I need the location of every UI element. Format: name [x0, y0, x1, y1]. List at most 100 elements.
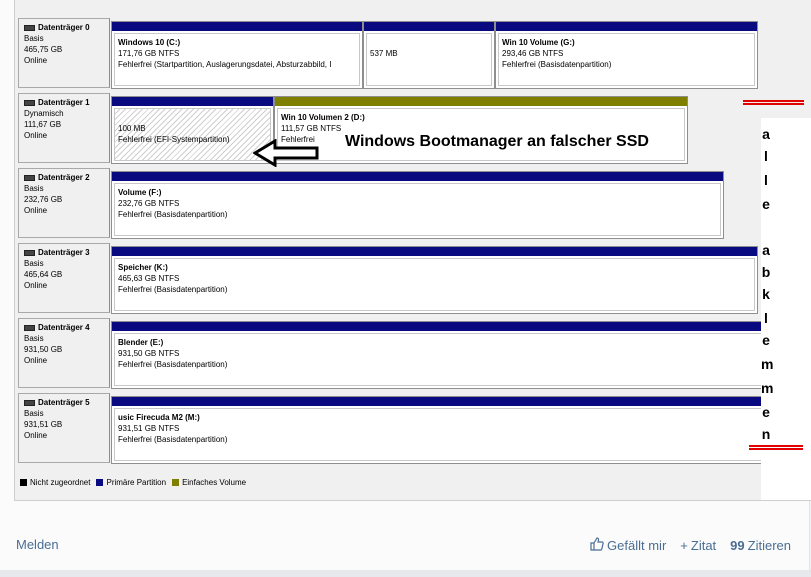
partition-d[interactable]: Win 10 Volumen 2 (D:) 111,57 GB NTFS Feh…: [274, 96, 688, 164]
partition-name: Speicher (K:): [118, 263, 168, 272]
page-bottom-strip: [0, 570, 811, 577]
partition-bar: [275, 97, 687, 106]
partition-bar: [112, 22, 362, 31]
disk-size: 465,64 GB: [24, 270, 63, 279]
disk-drive-icon: [24, 324, 35, 331]
partition-name: Win 10 Volume (G:): [502, 38, 575, 47]
disk-type: Basis: [24, 259, 44, 268]
like-label: Gefällt mir: [607, 538, 667, 553]
partition-k[interactable]: Speicher (K:) 465,63 GB NTFS Fehlerfrei …: [111, 246, 758, 314]
annotation-letter: a: [762, 242, 770, 258]
disk-info-5: Datenträger 5 Basis 931,51 GB Online: [18, 393, 110, 463]
disk-row-5: Datenträger 5 Basis 931,51 GB Online usi…: [18, 391, 808, 465]
partition-bar: [112, 172, 723, 181]
report-link[interactable]: Melden: [16, 537, 59, 552]
annotation-letter: n: [761, 426, 771, 442]
disk-row-1: Datenträger 1 Dynamisch 111,67 GB Online…: [18, 91, 718, 165]
partition-legend: Nicht zugeordnet Primäre Partition Einfa…: [18, 478, 250, 487]
red-marker-bottom: [749, 445, 803, 450]
partition-f[interactable]: Volume (F:) 232,76 GB NTFS Fehlerfrei (B…: [111, 171, 724, 239]
disk-size: 232,76 GB: [24, 195, 63, 204]
red-marker-top: [743, 100, 804, 105]
disk-type: Dynamisch: [24, 109, 64, 118]
disk-drive-icon: [24, 399, 35, 406]
annotation-letter: m: [761, 356, 774, 372]
partition-bar: [364, 22, 494, 31]
partition-size: 465,63 GB NTFS: [118, 274, 180, 283]
forum-post-card: Datenträger 0 Basis 465,75 GB Online Win…: [0, 0, 811, 571]
partition-size: 931,51 GB NTFS: [118, 424, 180, 433]
annotation-letter: e: [762, 196, 770, 212]
partition-bar: [112, 322, 807, 331]
partition-status: Fehlerfrei (Basisdatenpartition): [118, 360, 228, 369]
disk-name: Datenträger 1: [38, 98, 90, 107]
disk-status: Online: [24, 56, 48, 65]
unallocated-swatch: [20, 479, 27, 486]
disk-size: 111,67 GB: [24, 120, 62, 129]
disk-type: Basis: [24, 34, 44, 43]
disk-name: Datenträger 0: [38, 23, 90, 32]
plus-icon: +: [680, 538, 688, 553]
like-button[interactable]: Gefällt mir: [590, 537, 666, 554]
disk-row-2: Datenträger 2 Basis 232,76 GB Online Vol…: [18, 166, 738, 240]
disk-management-screenshot: Datenträger 0 Basis 465,75 GB Online Win…: [14, 0, 811, 501]
annotation-letter: k: [762, 286, 770, 302]
partition-bar: [112, 97, 273, 106]
partition-c[interactable]: Windows 10 (C:) 171,76 GB NTFS Fehlerfre…: [111, 21, 363, 89]
quote-button[interactable]: + Zitat: [680, 537, 716, 554]
partition-size: 293,46 GB NTFS: [502, 49, 564, 58]
disk-drive-icon: [24, 24, 35, 31]
disk-size: 931,50 GB: [24, 345, 63, 354]
cite-label: Zitieren: [747, 538, 791, 553]
disk-name: Datenträger 2: [38, 173, 90, 182]
disk-name: Datenträger 3: [38, 248, 90, 257]
annotation-letter: b: [761, 264, 771, 280]
partition-status: Fehlerfrei (Basisdatenpartition): [118, 285, 228, 294]
disk-type: Basis: [24, 409, 44, 418]
annotation-letter: e: [762, 404, 770, 420]
partition-status: Fehlerfrei (Startpartition, Auslagerungs…: [118, 60, 332, 69]
simple-swatch: [172, 479, 180, 486]
disk-status: Online: [24, 131, 48, 140]
partition-name: Blender (E:): [118, 338, 164, 347]
disk-size: 465,75 GB: [24, 45, 63, 54]
disk-drive-icon: [24, 174, 35, 181]
disk-row-4: Datenträger 4 Basis 931,50 GB Online Ble…: [18, 316, 808, 390]
partition-efi[interactable]: 100 MB Fehlerfrei (EFI-Systempartition): [111, 96, 274, 164]
partition-e[interactable]: Blender (E:) 931,50 GB NTFS Fehlerfrei (…: [111, 321, 808, 389]
partition-name: Win 10 Volumen 2 (D:): [281, 113, 365, 122]
disk-type: Basis: [24, 334, 44, 343]
disk-row-3: Datenträger 3 Basis 465,64 GB Online Spe…: [18, 241, 808, 315]
quote-label: Zitat: [690, 538, 717, 553]
partition-size: 171,76 GB NTFS: [118, 49, 180, 58]
left-arrow-icon: [253, 139, 319, 167]
legend-unallocated: Nicht zugeordnet: [30, 478, 91, 487]
annotation-letter: m: [761, 380, 774, 396]
disk-info-3: Datenträger 3 Basis 465,64 GB Online: [18, 243, 110, 313]
disk-type: Basis: [24, 184, 44, 193]
disk-info-4: Datenträger 4 Basis 931,50 GB Online: [18, 318, 110, 388]
disk-drive-icon: [24, 99, 35, 106]
partition-size: 100 MB: [118, 124, 146, 133]
partition-m[interactable]: usic Firecuda M2 (M:) 931,51 GB NTFS Feh…: [111, 396, 808, 464]
partition-recovery[interactable]: 537 MB: [363, 21, 495, 89]
disk-status: Online: [24, 281, 48, 290]
legend-primary: Primäre Partition: [106, 478, 167, 487]
partition-name: Volume (F:): [118, 188, 162, 197]
annotation-letter: l: [764, 310, 768, 326]
partition-bar: [112, 247, 757, 256]
disk-status: Online: [24, 206, 48, 215]
partition-name: usic Firecuda M2 (M:): [118, 413, 200, 422]
annotation-text: Windows Bootmanager an falscher SSD: [345, 133, 649, 150]
cite-button[interactable]: 99 Zitieren: [730, 537, 791, 554]
disk-info-0: Datenträger 0 Basis 465,75 GB Online: [18, 18, 110, 88]
disk-info-1: Datenträger 1 Dynamisch 111,67 GB Online: [18, 93, 110, 163]
partition-g[interactable]: Win 10 Volume (G:) 293,46 GB NTFS Fehler…: [495, 21, 758, 89]
partition-bar: [112, 397, 807, 406]
partition-bar: [496, 22, 757, 31]
post-footer: Melden Gefällt mir + Zitat 99 Zitieren: [0, 528, 809, 562]
annotation-letter: l: [764, 172, 768, 188]
annotation-letter: a: [762, 126, 770, 142]
partition-status: Fehlerfrei (EFI-Systempartition): [118, 135, 230, 144]
disk-name: Datenträger 5: [38, 398, 90, 407]
